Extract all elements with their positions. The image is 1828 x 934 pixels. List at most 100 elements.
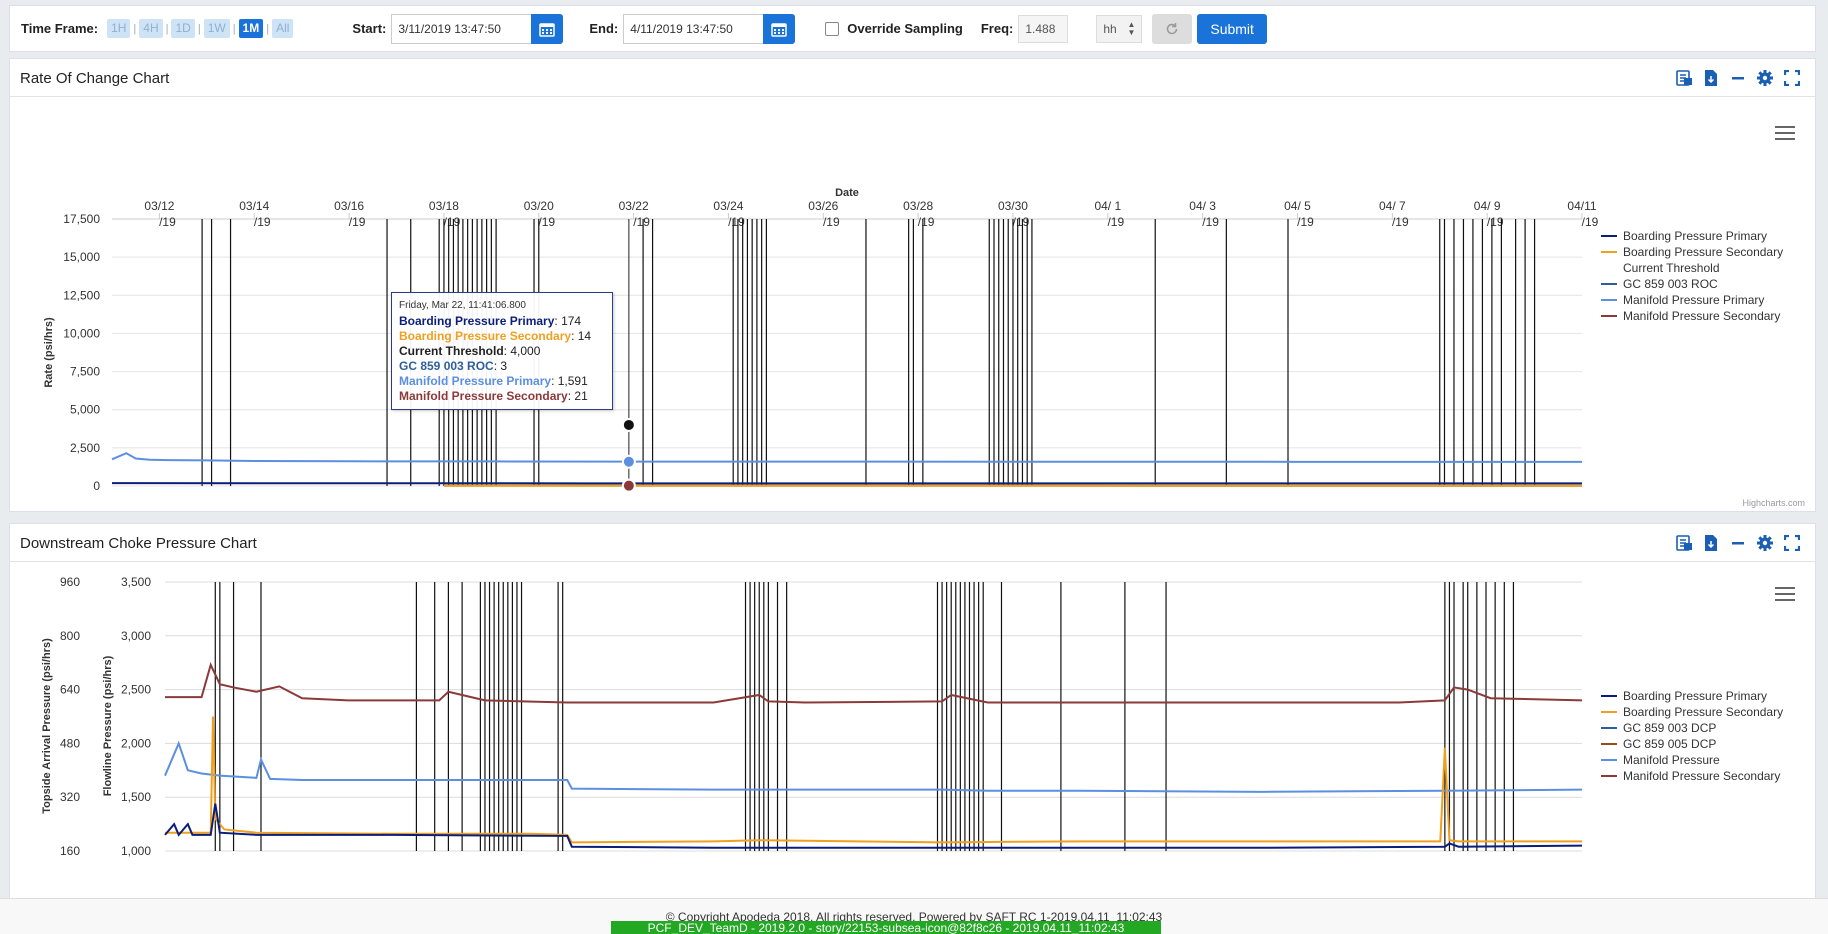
x-tick-label: 04/ 5 — [1284, 199, 1311, 213]
legend-item[interactable]: Current Threshold — [1601, 260, 1783, 276]
arrival-tick-label: 640 — [60, 683, 80, 697]
filter-toolbar: Time Frame: 1H|4H|1D|1W|1M|All Start: En… — [9, 5, 1816, 52]
legend-label: Boarding Pressure Secondary — [1623, 245, 1784, 259]
fullscreen-icon[interactable] — [1782, 68, 1801, 87]
legend-label: GC 859 003 ROC — [1623, 277, 1718, 291]
y-tick-label: 17,500 — [63, 212, 100, 226]
tooltip-row: GC 859 003 ROC: 3 — [399, 359, 605, 374]
legend-item[interactable]: Manifold Pressure Secondary — [1601, 308, 1783, 324]
chart-menu-icon[interactable] — [1775, 587, 1795, 603]
x-tick-label: 04/ 7 — [1379, 199, 1406, 213]
flowline-tick-label: 2,500 — [121, 683, 151, 697]
gear-icon[interactable] — [1755, 533, 1774, 552]
y-tick-label: 7,500 — [70, 365, 100, 379]
time-frame-4h-button[interactable]: 4H — [139, 19, 163, 38]
arrival-tick-label: 320 — [60, 790, 80, 804]
legend-swatch — [1601, 711, 1617, 713]
legend-swatch — [1601, 235, 1617, 237]
time-frame-buttons: 1H | 4H | 1D | 1W | 1M | All — [104, 19, 296, 38]
flowline-tick-label: 1,000 — [121, 844, 151, 858]
time-frame-1m-button[interactable]: 1M — [238, 19, 264, 38]
legend-label: Manifold Pressure Secondary — [1623, 769, 1781, 783]
app-page: Time Frame: 1H|4H|1D|1W|1M|All Start: En… — [0, 0, 1828, 934]
downstream-choke-panel: Downstream Choke Pressure Chart 1,000 160… — [9, 523, 1816, 903]
chart-tooltip: Friday, Mar 22, 11:41:06.800 Boarding Pr… — [391, 292, 613, 410]
gear-icon[interactable] — [1755, 68, 1774, 87]
flowline-tick-label: 1,500 — [121, 790, 151, 804]
override-sampling-checkbox[interactable] — [825, 21, 840, 36]
legend-item[interactable]: Manifold Pressure Secondary — [1601, 768, 1783, 784]
legend-item[interactable]: GC 859 003 DCP — [1601, 720, 1783, 736]
export-csv-icon[interactable] — [1674, 68, 1693, 87]
y-tick-label: 0 — [93, 479, 100, 493]
panel-actions — [1674, 533, 1801, 552]
x-tick-label: 03/12 — [144, 199, 174, 213]
tooltip-date: Friday, Mar 22, 11:41:06.800 — [399, 300, 526, 311]
freq-input[interactable] — [1018, 14, 1069, 43]
y-axis-title: Rate (psi/hrs) — [43, 317, 55, 388]
tooltip-row: Boarding Pressure Primary: 174 — [399, 314, 605, 329]
x-axis-title: Date — [835, 187, 859, 199]
freq-label: Freq: — [980, 21, 1014, 36]
x-tick-label: /19 — [349, 215, 366, 229]
time-frame-1d-button[interactable]: 1D — [171, 19, 195, 38]
calendar-icon — [771, 22, 788, 37]
choke-legend: Boarding Pressure Primary Boarding Pressu… — [1601, 688, 1783, 784]
chart-menu-icon[interactable] — [1775, 126, 1795, 142]
refresh-button[interactable] — [1152, 13, 1193, 44]
end-calendar-button[interactable] — [763, 13, 796, 44]
minimize-icon[interactable] — [1728, 533, 1747, 552]
tooltip-series-name: Boarding Pressure Secondary — [399, 329, 572, 343]
y-tick-label: 12,500 — [63, 288, 100, 302]
tf-separator: | — [165, 22, 169, 35]
legend-swatch — [1601, 315, 1617, 317]
arrival-tick-label: 480 — [60, 736, 80, 750]
submit-button[interactable]: Submit — [1197, 13, 1267, 44]
x-tick-label: 03/28 — [903, 199, 933, 213]
freq-unit-value: hh — [1103, 21, 1117, 36]
legend-label: Boarding Pressure Secondary — [1623, 705, 1784, 719]
x-tick-label: /19 — [1297, 215, 1314, 229]
export-csv-icon[interactable] — [1674, 533, 1693, 552]
legend-item[interactable]: Boarding Pressure Primary — [1601, 228, 1783, 244]
fullscreen-icon[interactable] — [1782, 533, 1801, 552]
legend-item[interactable]: GC 859 003 ROC — [1601, 276, 1783, 292]
rate-legend: Boarding Pressure Primary Boarding Pressu… — [1601, 228, 1783, 324]
series-line — [165, 662, 1583, 704]
tooltip-series-name: Boarding Pressure Primary — [399, 314, 555, 328]
tooltip-row: Manifold Pressure Primary: 1,591 — [399, 374, 605, 389]
flowline-tick-label: 2,000 — [121, 736, 151, 750]
time-frame-all-button[interactable]: All — [272, 19, 294, 38]
highcharts-credit[interactable]: Highcharts.com — [1742, 498, 1805, 508]
footer: © Copyright Apodeda 2018. All rights res… — [0, 898, 1828, 934]
legend-item[interactable]: Manifold Pressure Primary — [1601, 292, 1783, 308]
legend-label: GC 859 005 DCP — [1623, 737, 1717, 751]
tooltip-row: Boarding Pressure Secondary: 14 — [399, 329, 605, 344]
legend-item[interactable]: Manifold Pressure — [1601, 752, 1783, 768]
legend-item[interactable]: Boarding Pressure Secondary — [1601, 244, 1783, 260]
start-date-input[interactable] — [391, 13, 532, 44]
legend-item[interactable]: Boarding Pressure Secondary — [1601, 704, 1783, 720]
start-calendar-button[interactable] — [531, 13, 564, 44]
tooltip-series-name: GC 859 003 ROC — [399, 359, 494, 373]
time-frame-1h-button[interactable]: 1H — [107, 19, 131, 38]
legend-label: Manifold Pressure Secondary — [1623, 309, 1781, 323]
rate-of-change-panel: Rate Of Change Chart 0 2,500 5,000 7,500 10,… — [9, 58, 1816, 512]
time-frame-1w-button[interactable]: 1W — [203, 19, 230, 38]
tf-separator: | — [232, 22, 236, 35]
threshold-point — [621, 417, 636, 432]
x-tick-label: 03/20 — [524, 199, 554, 213]
x-tick-label: /19 — [538, 215, 555, 229]
legend-item[interactable]: GC 859 005 DCP — [1601, 736, 1783, 752]
tooltip-row: Manifold Pressure Secondary: 21 — [399, 389, 605, 404]
freq-unit-select[interactable]: hh ▲ ▼ — [1096, 14, 1143, 43]
flowline-tick-label: 3,500 — [121, 575, 151, 589]
legend-item[interactable]: Boarding Pressure Primary — [1601, 688, 1783, 704]
export-file-icon[interactable] — [1701, 68, 1720, 87]
rate-of-change-chart: 0 2,500 5,000 7,500 10,000 12,500 15,000 17,500… — [43, 187, 1599, 493]
export-file-icon[interactable] — [1701, 533, 1720, 552]
legend-label: Boarding Pressure Primary — [1623, 229, 1768, 243]
x-tick-label: /19 — [1392, 215, 1409, 229]
end-date-input[interactable] — [623, 13, 764, 44]
minimize-icon[interactable] — [1728, 68, 1747, 87]
